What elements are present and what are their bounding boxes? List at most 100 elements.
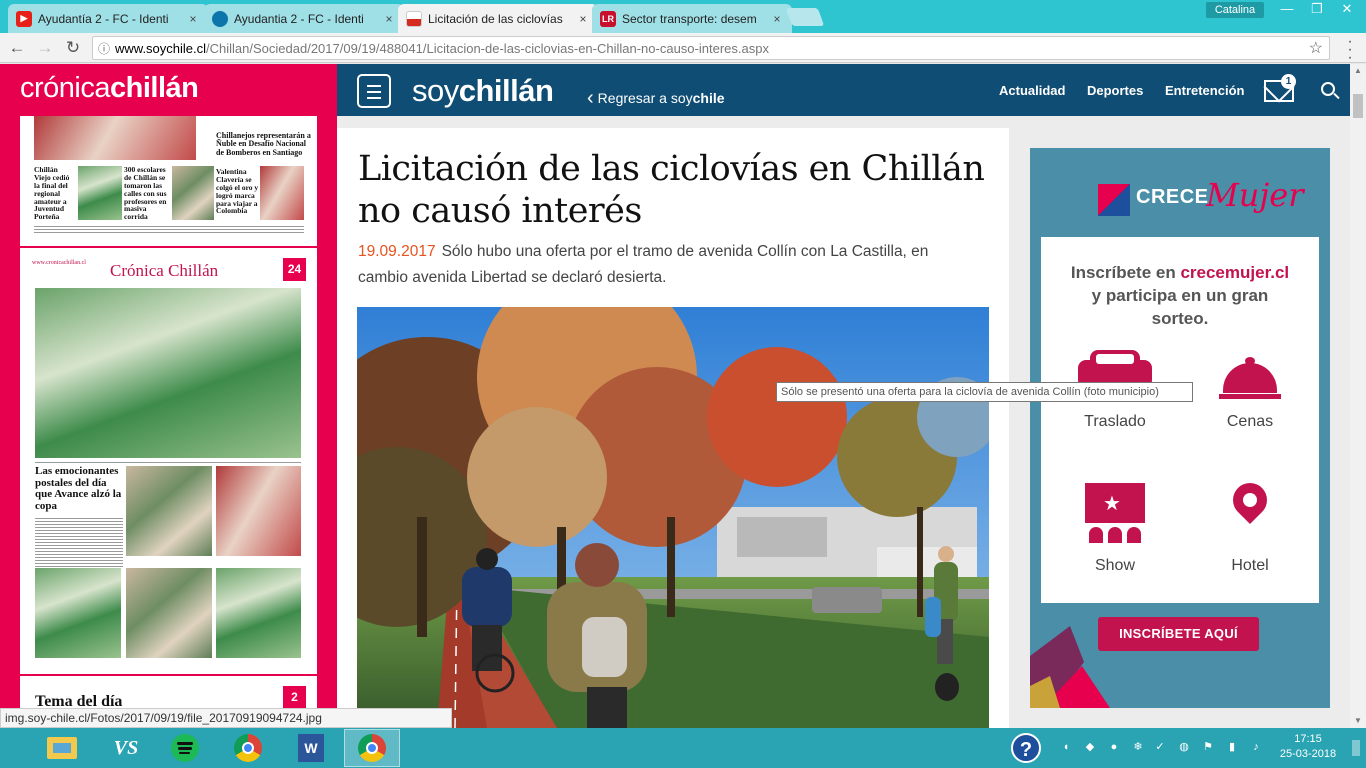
ad-brand-a: CRECE xyxy=(1136,186,1209,208)
chrome-icon[interactable] xyxy=(220,729,276,767)
url-host: www.soychile.cl xyxy=(115,40,207,56)
info-icon[interactable]: ⓘ xyxy=(93,40,115,57)
chevron-left-icon: ‹ xyxy=(587,87,594,109)
cronica-chillan-logo[interactable]: crónicachillán xyxy=(20,72,199,105)
article-date: 19.09.2017 xyxy=(358,243,436,260)
article-photo[interactable] xyxy=(357,307,989,728)
show-desktop-button[interactable] xyxy=(1352,740,1360,756)
flag-icon[interactable]: ⚑ xyxy=(1200,739,1216,755)
article: Licitación de las ciclovías en Chillán n… xyxy=(337,128,1009,728)
url-path: /Chillan/Sociedad/2017/09/19/488041/Lici… xyxy=(206,40,769,56)
tab-title: Sector transporte: desem xyxy=(622,11,757,26)
close-icon[interactable]: × xyxy=(770,12,784,26)
tab-sector-transporte[interactable]: LR Sector transporte: desem × xyxy=(592,4,792,33)
paper-caption-lines xyxy=(35,460,301,464)
close-window-button[interactable]: ✕ xyxy=(1332,0,1362,20)
signal-bars-icon[interactable]: ▮ xyxy=(1224,739,1240,755)
tab-title: Ayudantia 2 - FC - Identi xyxy=(234,11,364,26)
screen: ▶ Ayudantía 2 - FC - Identi × Ayudantia … xyxy=(0,0,1366,768)
profile-button[interactable]: Catalina xyxy=(1206,2,1264,18)
newspaper-photo xyxy=(172,166,214,220)
chile-flag-icon xyxy=(406,10,422,27)
back-to-soychile-link[interactable]: ‹ Regresar a soychile xyxy=(587,86,725,109)
help-icon[interactable]: ? xyxy=(1011,733,1041,763)
crece-mujer-ad[interactable]: CRECE Mujer Inscríbete en crecemujer.cl y… xyxy=(1030,148,1330,708)
new-tab-button[interactable] xyxy=(785,8,825,26)
tab-licitacion[interactable]: Licitación de las ciclovías × xyxy=(398,4,598,33)
logo-bold: chillán xyxy=(110,72,199,104)
reload-icon[interactable]: ↻ xyxy=(62,37,84,59)
soychillan-header: soychillán ‹ Regresar a soychile Actualid… xyxy=(337,64,1350,116)
clock-date: 25-03-2018 xyxy=(1279,748,1337,760)
tab-ayudantia-drupal[interactable]: Ayudantia 2 - FC - Identi × xyxy=(204,4,404,33)
logo-light: soy xyxy=(412,73,459,108)
forward-arrow-icon[interactable]: → xyxy=(34,37,56,59)
page-viewport: crónicachillán Chillanejos representarán… xyxy=(0,64,1350,728)
bookmark-star-icon[interactable]: ☆ xyxy=(1309,38,1323,58)
newspaper-photo xyxy=(126,568,212,658)
scroll-up-icon[interactable]: ▲ xyxy=(1350,64,1366,78)
newspaper-photo xyxy=(260,166,304,220)
chrome-active-icon[interactable] xyxy=(344,729,400,767)
browser-menu-icon[interactable]: · · · xyxy=(1340,34,1360,66)
spotify-tray-icon[interactable]: ● xyxy=(1106,739,1122,755)
network-globe-icon[interactable]: ◍ xyxy=(1176,739,1192,755)
nav-link-actualidad[interactable]: Actualidad xyxy=(999,83,1065,98)
close-icon[interactable]: × xyxy=(576,12,590,26)
word-icon[interactable]: W xyxy=(283,729,339,767)
scroll-down-icon[interactable]: ▼ xyxy=(1350,714,1366,728)
article-lead-text: Sólo hubo una oferta por el tramo de ave… xyxy=(358,243,929,286)
ad-item-show: Show xyxy=(1094,557,1136,574)
paper-url: www.cronicachillan.cl xyxy=(32,260,86,266)
close-icon[interactable]: × xyxy=(382,12,396,26)
page-scrollbar[interactable]: ▲ ▼ xyxy=(1350,64,1366,728)
paper-footer-lines xyxy=(34,224,304,234)
check-icon[interactable]: ✓ xyxy=(1152,739,1168,755)
newspaper-photo xyxy=(216,466,301,556)
browser-toolbar: ← → ↻ ⓘ www.soychile.cl/Chillan/Sociedad… xyxy=(0,33,1366,63)
ad-content-box: Inscríbete en crecemujer.cl y participa e… xyxy=(1041,237,1319,603)
spotify-icon[interactable] xyxy=(157,729,213,767)
system-clock[interactable]: 17:15 25-03-2018 xyxy=(1278,732,1338,762)
hamburger-menu-icon[interactable] xyxy=(357,74,391,108)
search-icon[interactable] xyxy=(1321,82,1335,96)
newspaper-page-thumbnail[interactable]: www.cronicachillan.cl Crónica Chillán 24… xyxy=(20,248,317,674)
nav-link-entretencion[interactable]: Entretención xyxy=(1165,83,1244,98)
ad-head-link[interactable]: crecemujer.cl xyxy=(1180,263,1289,282)
newspaper-photo xyxy=(35,568,121,658)
article-lead: 19.09.2017 Sólo hubo una oferta por el tr… xyxy=(358,239,968,291)
bike-lane-photo xyxy=(357,307,989,728)
paper-headline: Las emocionantes postales del día que Av… xyxy=(35,465,122,512)
soychillan-logo[interactable]: soychillán xyxy=(412,73,554,109)
scroll-thumb[interactable] xyxy=(1353,94,1363,118)
nav-link-deportes[interactable]: Deportes xyxy=(1087,83,1143,98)
back-arrow-icon[interactable]: ← xyxy=(6,37,28,59)
clock-time: 17:15 xyxy=(1294,733,1322,745)
newspaper-photo xyxy=(216,568,301,658)
vs-app-icon[interactable]: VS xyxy=(98,729,154,767)
snowflake-icon[interactable]: ❄ xyxy=(1130,739,1146,755)
paper-story: Valentina Clavería se colgó el oro y log… xyxy=(216,167,259,216)
paper-body-lines xyxy=(35,516,123,568)
maximize-button[interactable]: ❐ xyxy=(1302,0,1332,20)
address-bar[interactable]: ⓘ www.soychile.cl/Chillan/Sociedad/2017/… xyxy=(92,36,1330,60)
location-pin-icon xyxy=(1225,475,1275,535)
tab-strip: ▶ Ayudantía 2 - FC - Identi × Ayudantia … xyxy=(0,0,1366,33)
tab-title: Licitación de las ciclovías xyxy=(428,11,563,26)
cronica-sidebar: crónicachillán Chillanejos representarán… xyxy=(0,64,337,728)
page-number-badge: 2 xyxy=(283,686,306,709)
paper-story: Chillán Viejo cedió la final del regiona… xyxy=(34,165,70,222)
tab-ayudantia-youtube[interactable]: ▶ Ayudantía 2 - FC - Identi × xyxy=(8,4,208,33)
volume-icon[interactable]: ♪ xyxy=(1248,739,1264,755)
close-icon[interactable]: × xyxy=(186,12,200,26)
newspaper-page-thumbnail[interactable]: Chillanejos representarán a Ñuble en Des… xyxy=(20,116,317,246)
drupal-icon xyxy=(212,10,228,27)
tray-app-icon[interactable]: ◆ xyxy=(1082,739,1098,755)
paper-masthead: Crónica Chillán xyxy=(110,261,219,280)
minimize-button[interactable]: — xyxy=(1272,0,1302,20)
theater-stage-icon: ★ xyxy=(1085,483,1145,545)
tray-app-icon[interactable]: ◖ xyxy=(1058,739,1074,755)
ad-item-cenas: Cenas xyxy=(1226,413,1274,430)
status-url: img.soy-chile.cl/Fotos/2017/09/19/file_2… xyxy=(0,708,452,728)
file-explorer-icon[interactable] xyxy=(34,729,90,767)
